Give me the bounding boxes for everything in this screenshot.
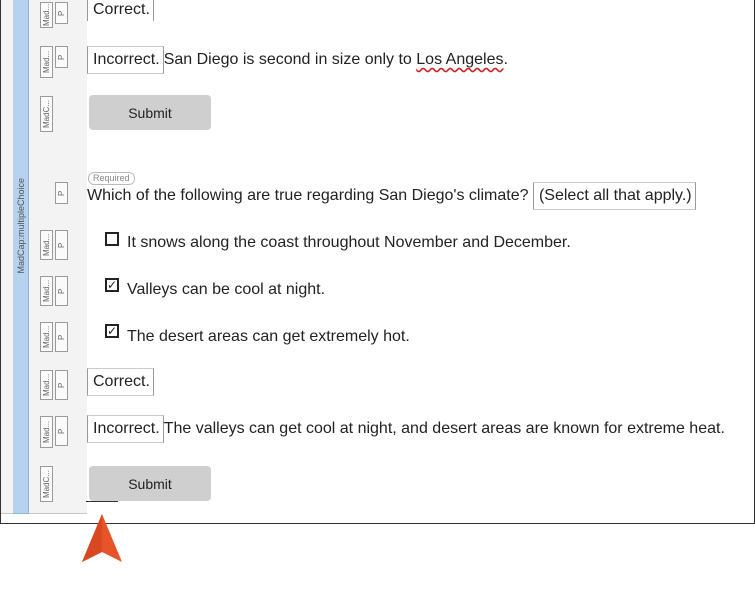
structure-bar-label: MadCap:multipleChoice <box>15 178 26 274</box>
feedback-incorrect-2[interactable]: Incorrect. The valleys can get cool at ni… <box>87 415 725 443</box>
checkbox-option-2[interactable]: ✓ <box>105 278 119 292</box>
checkbox-option-3[interactable]: ✓ <box>105 324 119 338</box>
tag-p[interactable]: P <box>55 276 68 306</box>
question-text[interactable]: Which of the following are true regardin… <box>87 182 696 210</box>
tag-madcap-c[interactable]: MadC... <box>40 466 53 502</box>
tag-madcap[interactable]: Mad... <box>40 46 53 78</box>
option-3-label: The desert areas can get extremely hot. <box>127 328 410 345</box>
incorrect-text: The valleys can get cool at night, and d… <box>163 420 725 437</box>
tag-madcap[interactable]: Mad... <box>40 276 53 306</box>
tag-p[interactable]: P <box>55 370 68 400</box>
tag-madcap[interactable]: Mad... <box>40 2 53 28</box>
check-mark-icon: ✓ <box>107 324 118 338</box>
feedback-correct-1[interactable]: Correct. <box>87 0 154 21</box>
tag-p[interactable]: P <box>55 230 68 260</box>
tag-p[interactable]: P <box>55 416 68 446</box>
question-label: Which of the following are true regardin… <box>87 187 529 204</box>
check-mark-icon: ✓ <box>107 278 118 292</box>
feedback-incorrect-1[interactable]: Incorrect. San Diego is second in size on… <box>87 46 508 74</box>
tag-madcap[interactable]: Mad... <box>40 416 53 448</box>
tag-p[interactable]: P <box>55 46 68 68</box>
question-hint: (Select all that apply.) <box>532 182 696 210</box>
feedback-correct-2[interactable]: Correct. <box>87 368 154 396</box>
pointer-arrow-icon <box>82 514 122 562</box>
tag-p[interactable]: P <box>55 2 68 24</box>
tag-p[interactable]: P <box>55 322 68 352</box>
option-2-label: Valleys can be cool at night. <box>127 281 326 298</box>
incorrect-label: Incorrect. <box>87 46 164 74</box>
spellcheck-word[interactable]: Los Angeles <box>416 51 503 68</box>
tag-madcap[interactable]: Mad... <box>40 322 53 352</box>
tag-madcap[interactable]: Mad... <box>40 370 53 400</box>
incorrect-label: Incorrect. <box>87 415 164 443</box>
incorrect-text: San Diego is second in size only to <box>163 51 417 68</box>
text-cursor-underline <box>86 501 118 502</box>
submit-button[interactable]: Submit <box>89 466 211 501</box>
tag-madcap-c[interactable]: MadC... <box>40 96 53 132</box>
tag-madcap[interactable]: Mad... <box>40 230 53 260</box>
structure-bar-tags: Mad... P Mad... P MadC... P Mad... P Mad… <box>29 0 87 514</box>
option-1-label: It snows along the coast throughout Nove… <box>127 234 571 251</box>
editor-frame: MadCap:multipleChoice Mad... P Mad... P … <box>0 0 755 524</box>
tag-p[interactable]: P <box>55 182 68 204</box>
structure-bar-multiple-choice[interactable]: MadCap:multipleChoice <box>13 0 29 514</box>
submit-button[interactable]: Submit <box>89 95 211 130</box>
checkbox-option-1[interactable] <box>105 232 119 246</box>
editor-content[interactable]: Correct. Incorrect. San Diego is second i… <box>87 0 754 523</box>
